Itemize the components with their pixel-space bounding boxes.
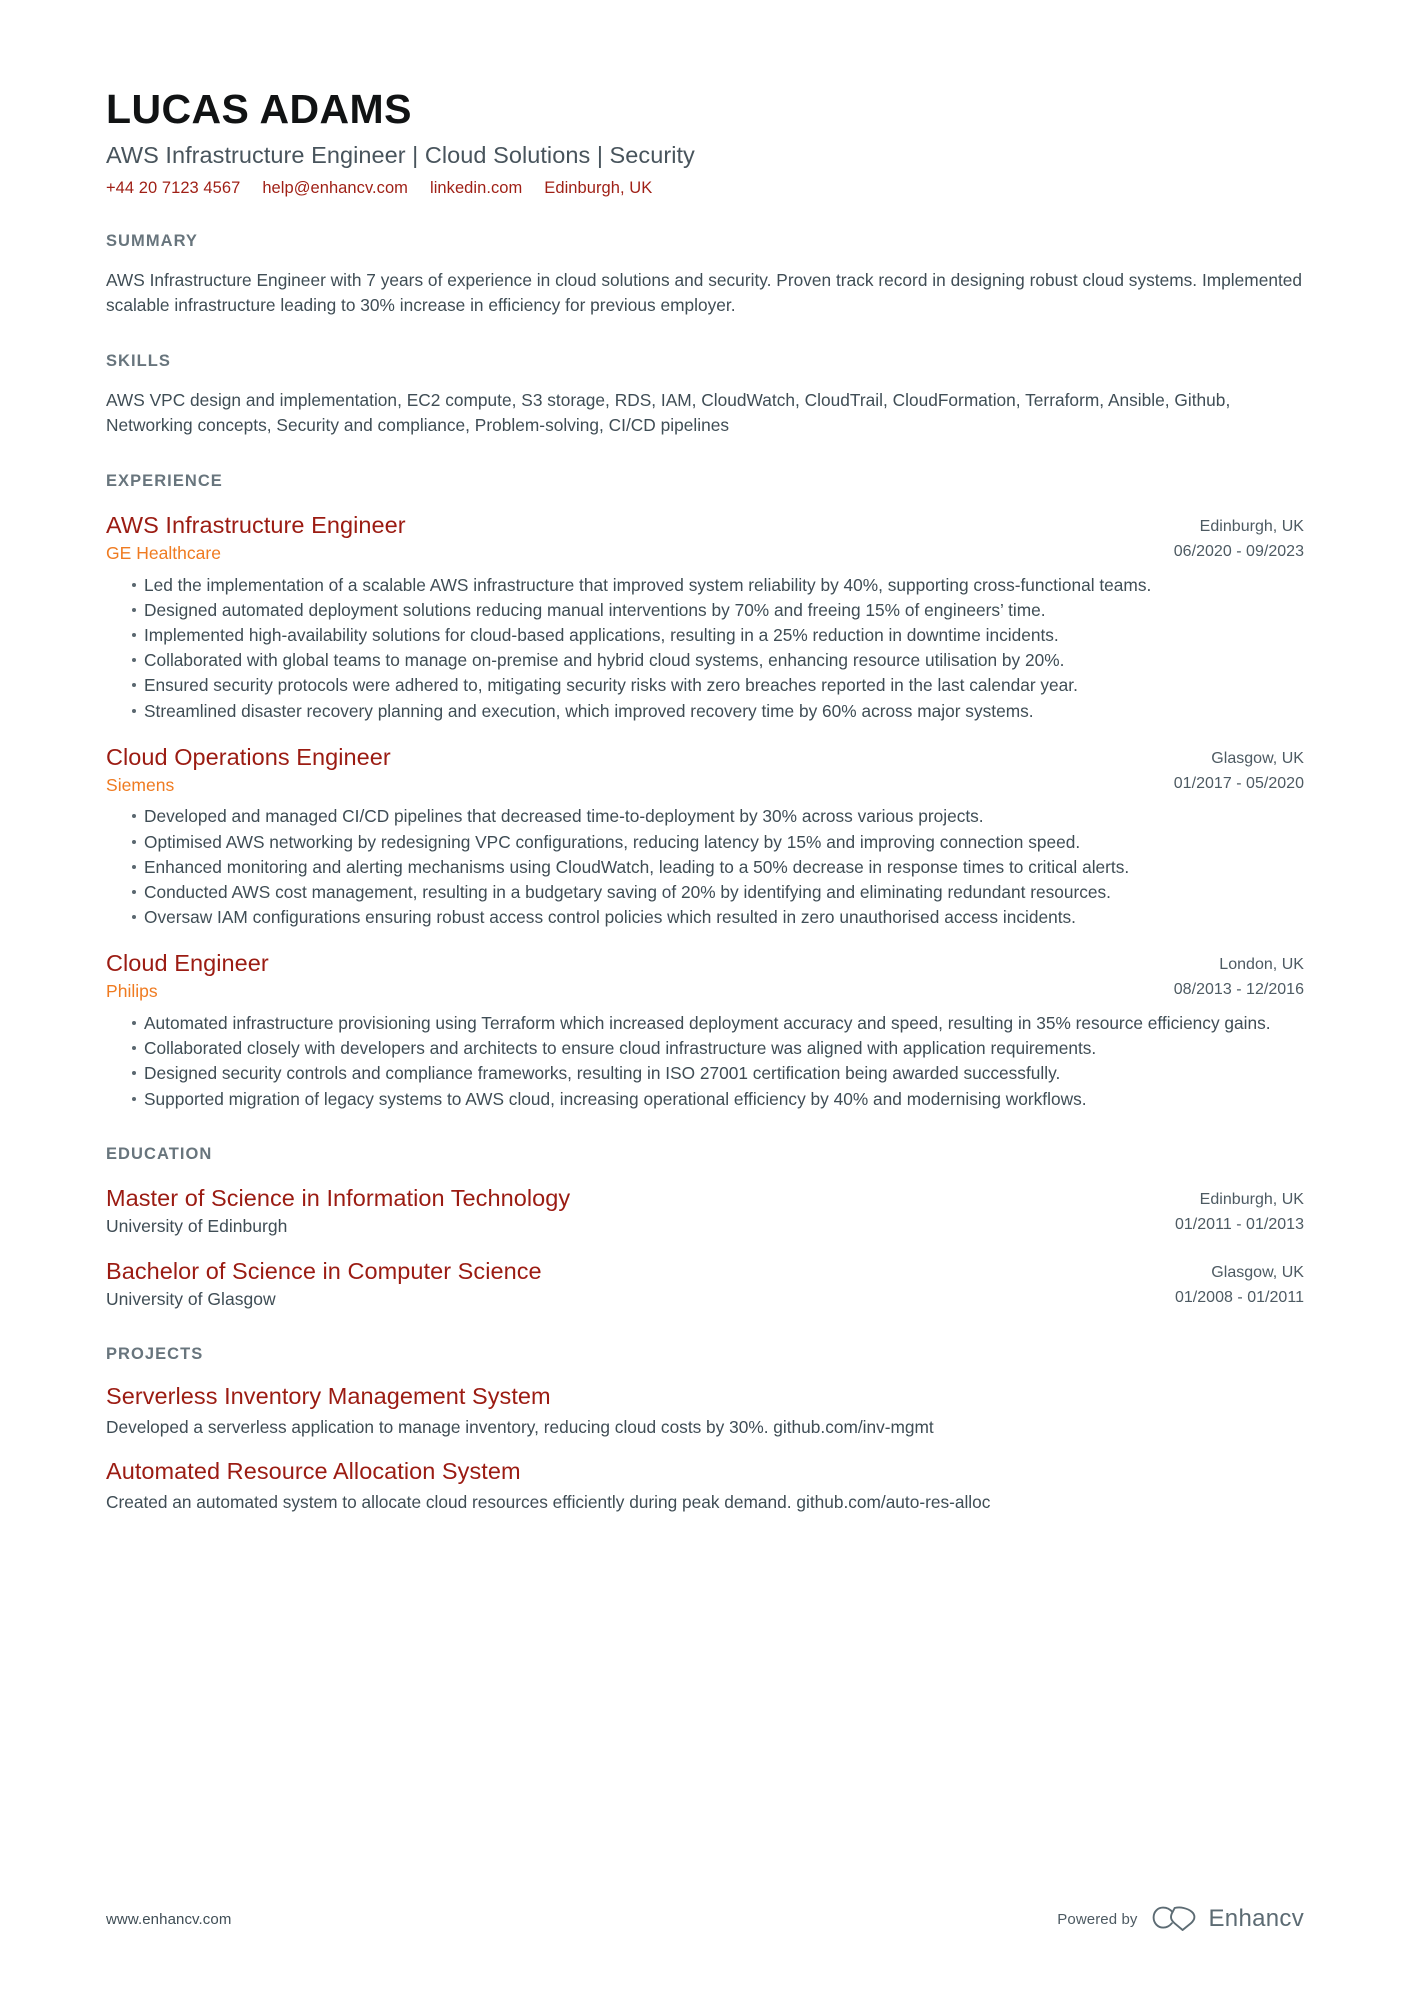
experience-entry: AWS Infrastructure Engineer GE Healthcar… xyxy=(106,511,1304,723)
job-bullet: Collaborated closely with developers and… xyxy=(132,1036,1304,1060)
experience-entry-header: Cloud Operations Engineer Siemens Glasgo… xyxy=(106,743,1304,797)
school-name: University of Glasgow xyxy=(106,1289,276,1310)
education-entry-header: Bachelor of Science in Computer Science … xyxy=(106,1257,1304,1311)
job-location: Edinburgh, UK xyxy=(1199,518,1304,536)
education-entry: Bachelor of Science in Computer Science … xyxy=(106,1257,1304,1311)
education-entry-main: Bachelor of Science in Computer Science … xyxy=(106,1257,1175,1310)
contact-location: Edinburgh, UK xyxy=(544,179,653,198)
school-dates: 01/2011 - 01/2013 xyxy=(1174,1215,1304,1233)
section-skills: SKILLS AWS VPC design and implementation… xyxy=(106,352,1304,438)
school-dates: 01/2008 - 01/2011 xyxy=(1174,1289,1304,1307)
experience-entry-header: Cloud Engineer Philips London, UK 08/201… xyxy=(106,949,1304,1003)
contact-phone[interactable]: +44 20 7123 4567 xyxy=(106,179,240,198)
job-bullet: Enhanced monitoring and alerting mechani… xyxy=(132,855,1304,879)
job-title: Cloud Operations Engineer xyxy=(106,743,391,770)
projects-heading: PROJECTS xyxy=(106,1345,204,1364)
summary-heading: SUMMARY xyxy=(106,232,198,251)
experience-entry-main: Cloud Engineer Philips xyxy=(106,949,1174,1002)
contact-email[interactable]: help@enhancv.com xyxy=(262,179,408,198)
section-summary: SUMMARY AWS Infrastructure Engineer with… xyxy=(106,232,1304,318)
job-bullet: Oversaw IAM configurations ensuring robu… xyxy=(132,905,1304,929)
school-name: University of Edinburgh xyxy=(106,1215,288,1236)
education-entry: Master of Science in Information Technol… xyxy=(106,1184,1304,1238)
job-bullet: Automated infrastructure provisioning us… xyxy=(132,1011,1304,1035)
degree-title: Master of Science in Information Technol… xyxy=(106,1184,571,1211)
school-location: Glasgow, UK xyxy=(1211,1264,1304,1282)
candidate-headline: AWS Infrastructure Engineer | Cloud Solu… xyxy=(106,142,695,169)
contact-linkedin[interactable]: linkedin.com xyxy=(430,179,522,198)
resume-footer: www.enhancv.com Powered by Enhancv xyxy=(106,1905,1304,1933)
experience-entry-meta: Edinburgh, UK 06/2020 - 09/2023 xyxy=(1174,511,1304,565)
company-name: Philips xyxy=(106,981,158,1002)
company-name: Siemens xyxy=(106,774,175,795)
school-location: Edinburgh, UK xyxy=(1199,1190,1304,1208)
contact-list: +44 20 7123 4567 help@enhancv.com linked… xyxy=(106,179,1304,198)
job-bullet: Led the implementation of a scalable AWS… xyxy=(132,573,1304,597)
experience-entry-header: AWS Infrastructure Engineer GE Healthcar… xyxy=(106,511,1304,565)
skills-text: AWS VPC design and implementation, EC2 c… xyxy=(106,390,1231,436)
job-bullet: Designed security controls and complianc… xyxy=(132,1061,1304,1085)
project-name: Serverless Inventory Management System xyxy=(106,1383,551,1410)
project-description: Created an automated system to allocate … xyxy=(106,1491,991,1512)
job-bullet: Optimised AWS networking by redesigning … xyxy=(132,830,1304,854)
job-dates: 08/2013 - 12/2016 xyxy=(1173,981,1304,999)
experience-entry: Cloud Operations Engineer Siemens Glasgo… xyxy=(106,743,1304,930)
education-entry-header: Master of Science in Information Technol… xyxy=(106,1184,1304,1238)
footer-brand-block: Powered by Enhancv xyxy=(1057,1905,1304,1933)
experience-entry: Cloud Engineer Philips London, UK 08/201… xyxy=(106,949,1304,1110)
education-entry-meta: Edinburgh, UK 01/2011 - 01/2013 xyxy=(1175,1184,1304,1238)
footer-website-url[interactable]: www.enhancv.com xyxy=(106,1911,231,1928)
experience-entry-main: Cloud Operations Engineer Siemens xyxy=(106,743,1174,796)
candidate-name: LUCAS ADAMS xyxy=(106,86,412,132)
education-entry-meta: Glasgow, UK 01/2008 - 01/2011 xyxy=(1175,1257,1304,1311)
job-dates: 01/2017 - 05/2020 xyxy=(1173,774,1304,792)
education-heading: EDUCATION xyxy=(106,1144,213,1163)
education-entry-main: Master of Science in Information Technol… xyxy=(106,1184,1175,1237)
job-location: Glasgow, UK xyxy=(1211,749,1304,767)
job-title: Cloud Engineer xyxy=(106,950,269,977)
job-dates: 06/2020 - 09/2023 xyxy=(1173,542,1304,560)
job-bullet: Supported migration of legacy systems to… xyxy=(132,1087,1304,1111)
section-projects: PROJECTS Serverless Inventory Management… xyxy=(106,1345,1304,1514)
job-bullet-list: Led the implementation of a scalable AWS… xyxy=(106,573,1304,723)
job-title: AWS Infrastructure Engineer xyxy=(106,512,406,539)
enhancv-logo: Enhancv xyxy=(1152,1905,1305,1933)
job-bullet-list: Automated infrastructure provisioning us… xyxy=(106,1011,1304,1111)
enhancv-wordmark: Enhancv xyxy=(1208,1905,1304,1932)
resume-header: LUCAS ADAMS AWS Infrastructure Engineer … xyxy=(106,0,1304,198)
job-bullet-list: Developed and managed CI/CD pipelines th… xyxy=(106,804,1304,929)
experience-heading: EXPERIENCE xyxy=(106,472,223,491)
job-bullet: Ensured security protocols were adhered … xyxy=(132,673,1304,697)
job-location: London, UK xyxy=(1219,956,1304,974)
enhancv-infinity-icon xyxy=(1152,1906,1195,1931)
project-entry: Automated Resource Allocation System Cre… xyxy=(106,1457,1304,1514)
degree-title: Bachelor of Science in Computer Science xyxy=(106,1258,542,1285)
powered-by-label: Powered by xyxy=(1057,1910,1138,1928)
job-bullet: Streamlined disaster recovery planning a… xyxy=(132,699,1304,723)
job-bullet: Developed and managed CI/CD pipelines th… xyxy=(132,804,1304,828)
project-description: Developed a serverless application to ma… xyxy=(106,1416,934,1437)
job-bullet: Collaborated with global teams to manage… xyxy=(132,648,1304,672)
project-entry: Serverless Inventory Management System D… xyxy=(106,1382,1304,1439)
project-name: Automated Resource Allocation System xyxy=(106,1458,521,1485)
job-bullet: Conducted AWS cost management, resulting… xyxy=(132,880,1304,904)
job-bullet: Implemented high-availability solutions … xyxy=(132,623,1304,647)
experience-entry-meta: Glasgow, UK 01/2017 - 05/2020 xyxy=(1174,743,1304,797)
company-name: GE Healthcare xyxy=(106,542,222,563)
experience-entry-meta: London, UK 08/2013 - 12/2016 xyxy=(1174,949,1304,1003)
skills-heading: SKILLS xyxy=(106,352,171,371)
job-bullet: Designed automated deployment solutions … xyxy=(132,598,1304,622)
resume-page: LUCAS ADAMS AWS Infrastructure Engineer … xyxy=(0,0,1410,1995)
section-education: EDUCATION Master of Science in Informati… xyxy=(106,1145,1304,1311)
summary-text: AWS Infrastructure Engineer with 7 years… xyxy=(106,270,1303,316)
experience-entry-main: AWS Infrastructure Engineer GE Healthcar… xyxy=(106,511,1174,564)
section-experience: EXPERIENCE AWS Infrastructure Engineer G… xyxy=(106,472,1304,1111)
